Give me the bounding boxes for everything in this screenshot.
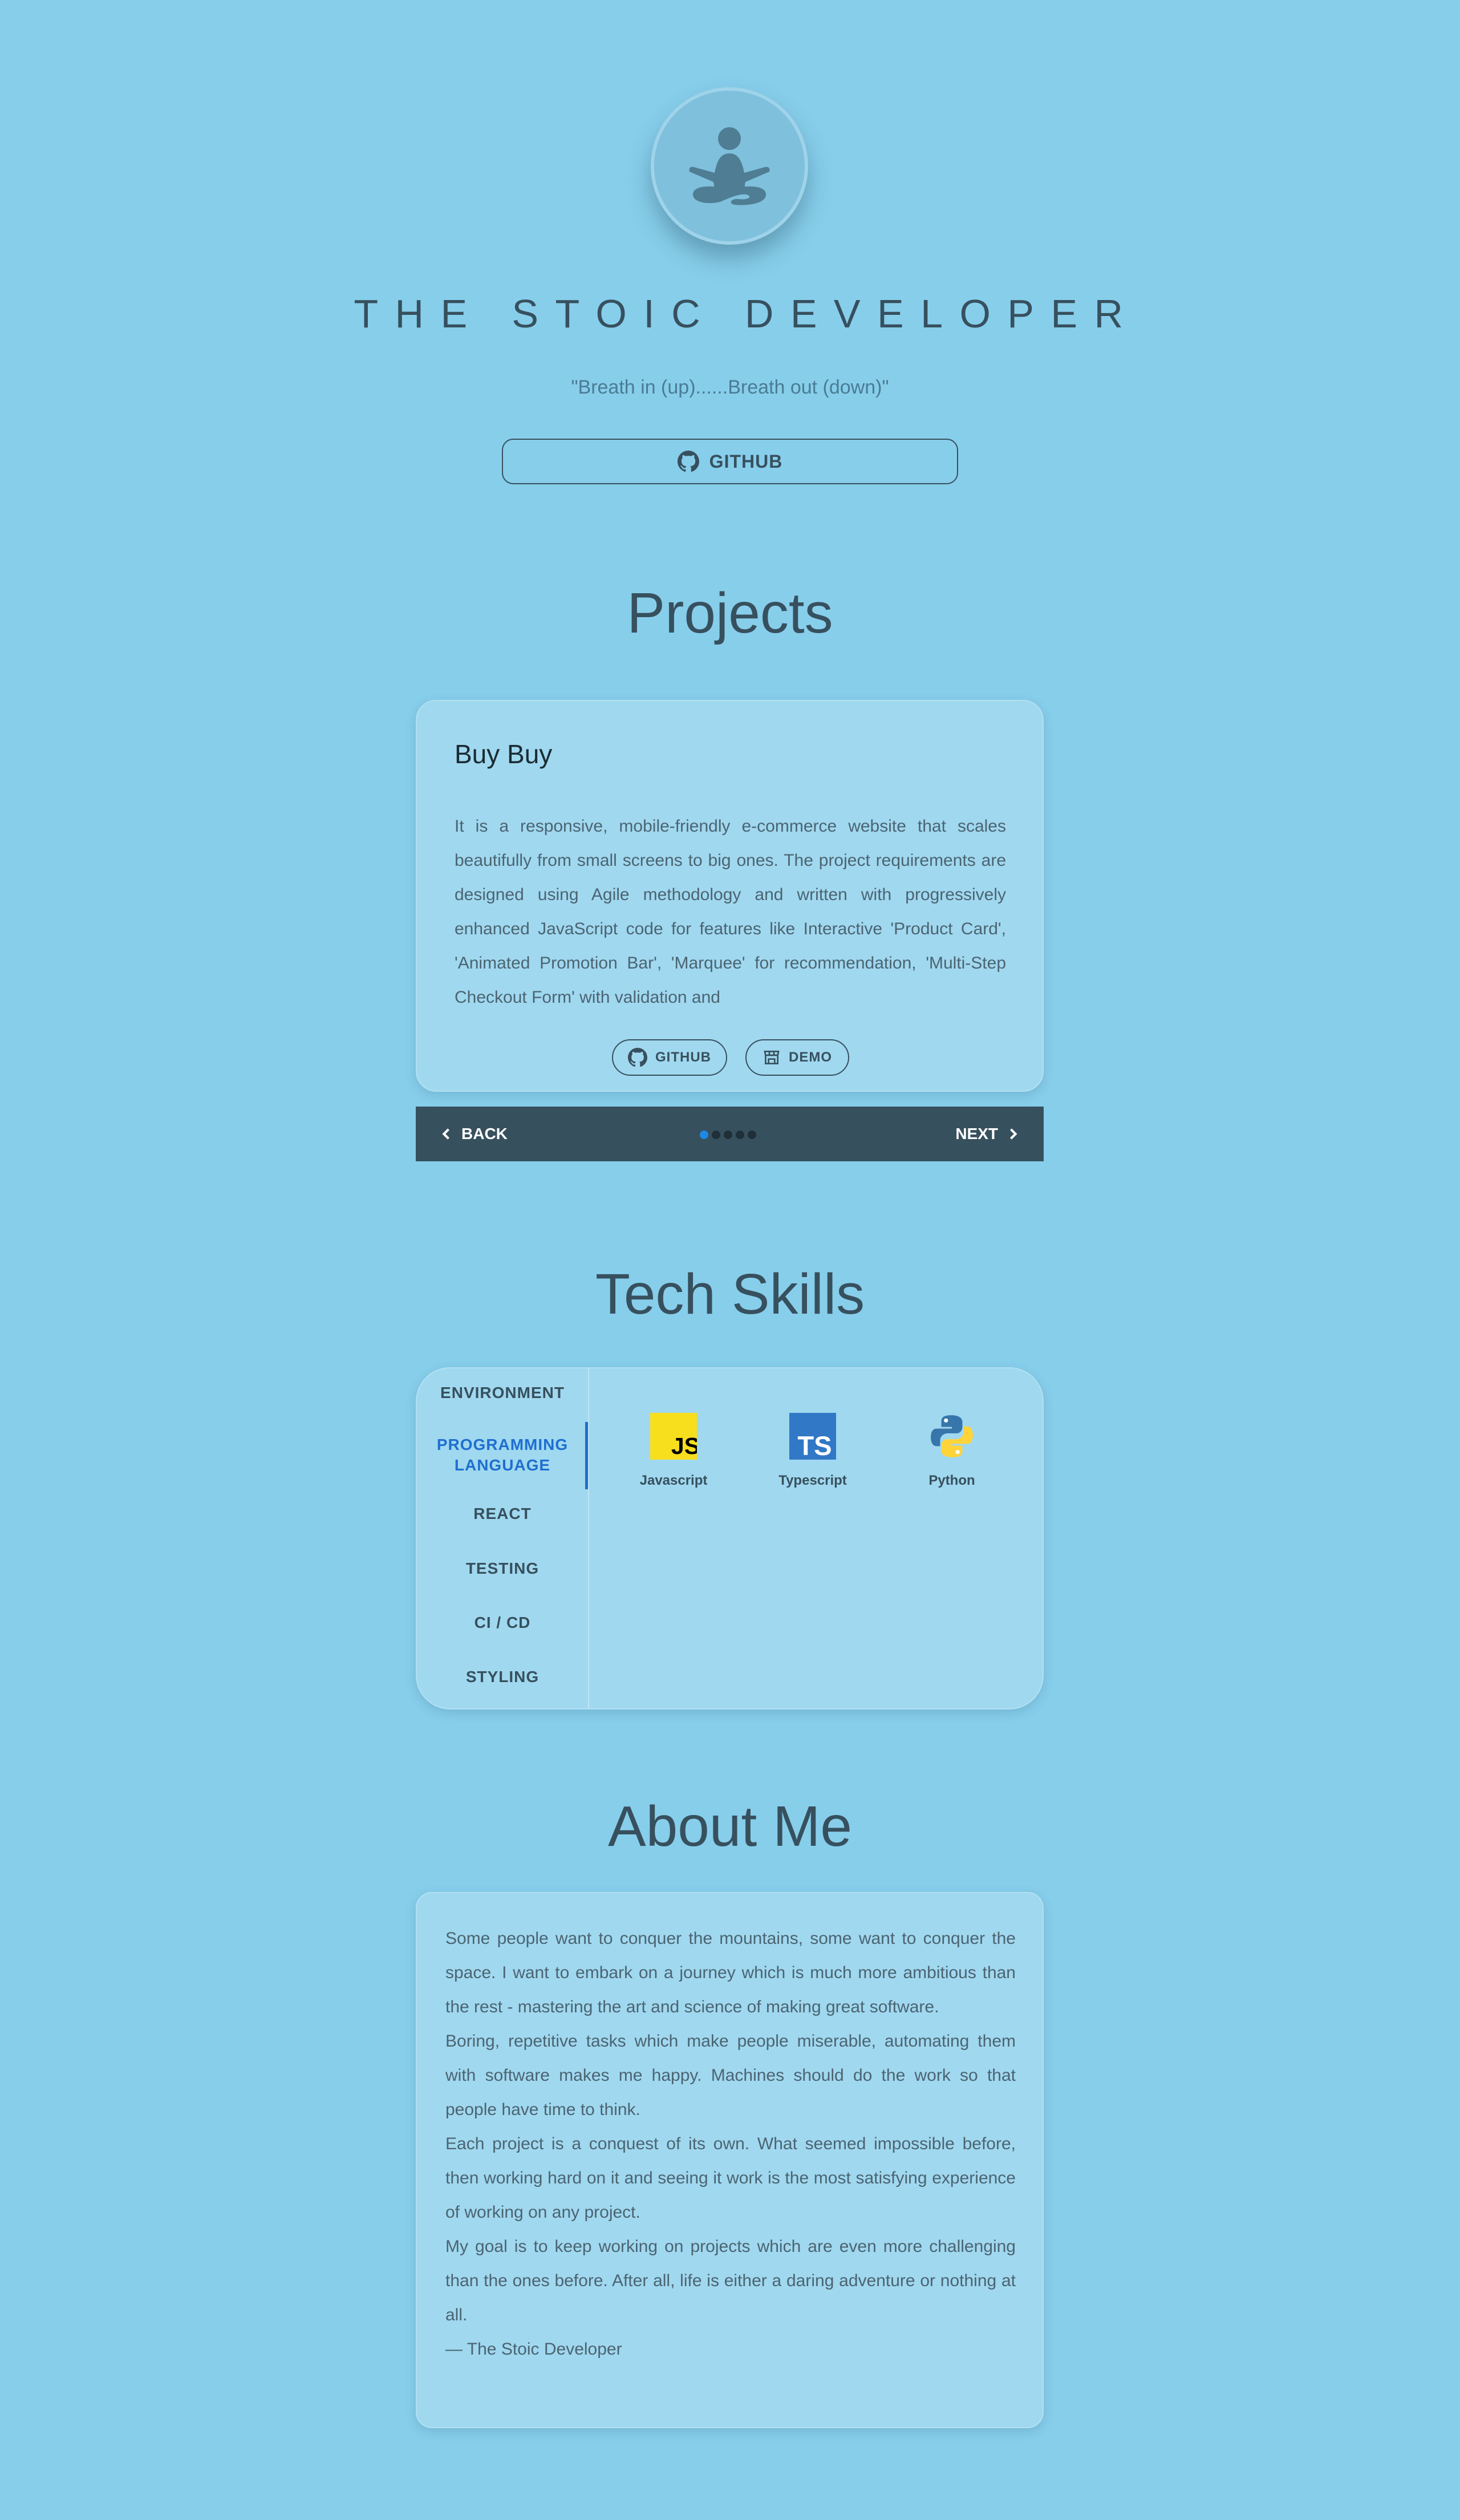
about-text: Some people want to conquer the mountain… [445,1922,1016,2367]
about-card: Some people want to conquer the mountain… [416,1892,1044,2428]
skill-python: Python [901,1413,1003,1489]
project-name: Buy Buy [455,739,553,769]
project-description: It is a responsive, mobile-friendly e-co… [455,817,1006,1007]
skill-typescript: TS Typescript [761,1413,864,1489]
chevron-right-icon [1010,1128,1017,1140]
skills-heading: Tech Skills [595,1262,865,1326]
next-label: NEXT [955,1125,998,1142]
project-demo-label: DEMO [789,1050,832,1065]
python-icon [931,1415,973,1457]
svg-text:TS: TS [797,1431,832,1460]
project-github-button[interactable]: GITHUB [612,1039,727,1076]
step-dot[interactable] [736,1131,744,1139]
about-heading: About Me [607,1794,853,1858]
back-button[interactable]: BACK [439,1107,508,1161]
github-icon [628,1048,647,1067]
projects-heading: Projects [627,581,833,645]
svg-text:JS: JS [671,1433,697,1459]
tab-environment[interactable]: ENVIRONMENT [417,1383,588,1403]
github-button[interactable]: GITHUB [502,439,958,484]
project-stepper: BACK NEXT [416,1107,1044,1161]
skill-name: Python [928,1473,975,1488]
step-dot[interactable] [724,1131,732,1139]
meditation-icon [689,127,770,205]
github-icon [677,451,699,472]
project-github-label: GITHUB [655,1050,711,1065]
project-card: Buy Buy It is a responsive, mobile-frien… [416,700,1044,1092]
tab-programming-language[interactable]: PROGRAMMING LANGUAGE [417,1435,588,1476]
about-paragraph: My goal is to keep working on projects w… [445,2237,1016,2324]
tab-react[interactable]: REACT [417,1504,588,1524]
github-button-label: GITHUB [709,451,783,472]
project-demo-button[interactable]: DEMO [745,1039,849,1076]
step-dot[interactable] [712,1131,720,1139]
next-button[interactable]: NEXT [955,1107,1021,1161]
back-label: BACK [461,1125,508,1142]
tab-indicator [585,1422,588,1489]
step-dot[interactable] [748,1131,756,1139]
about-paragraph: Some people want to conquer the mountain… [445,1929,1016,2016]
skill-name: Javascript [639,1473,708,1488]
about-paragraph: Boring, repetitive tasks which make peop… [445,2032,1016,2119]
skills-tab-list: ENVIRONMENT PROGRAMMING LANGUAGE REACT T… [417,1368,589,1708]
javascript-icon: JS [650,1413,700,1460]
tab-ci-cd[interactable]: CI / CD [417,1613,588,1633]
typescript-icon: TS [789,1413,836,1461]
step-dot[interactable] [700,1131,708,1139]
about-signature: — The Stoic Developer [445,2340,622,2359]
skill-javascript: JS Javascript [622,1413,725,1489]
storefront-icon [764,1051,780,1064]
skill-name: Typescript [778,1473,847,1488]
chevron-left-icon [442,1128,449,1140]
avatar [651,87,808,245]
step-dots [700,1131,756,1139]
tab-testing[interactable]: TESTING [417,1558,588,1579]
site-quote: "Breath in (up)......Breath out (down)" [571,376,889,398]
tab-styling[interactable]: STYLING [417,1667,588,1687]
site-title: THE STOIC DEVELOPER [354,291,1140,336]
about-paragraph: Each project is a conquest of its own. W… [445,2134,1016,2222]
skills-card: ENVIRONMENT PROGRAMMING LANGUAGE REACT T… [416,1367,1044,1709]
